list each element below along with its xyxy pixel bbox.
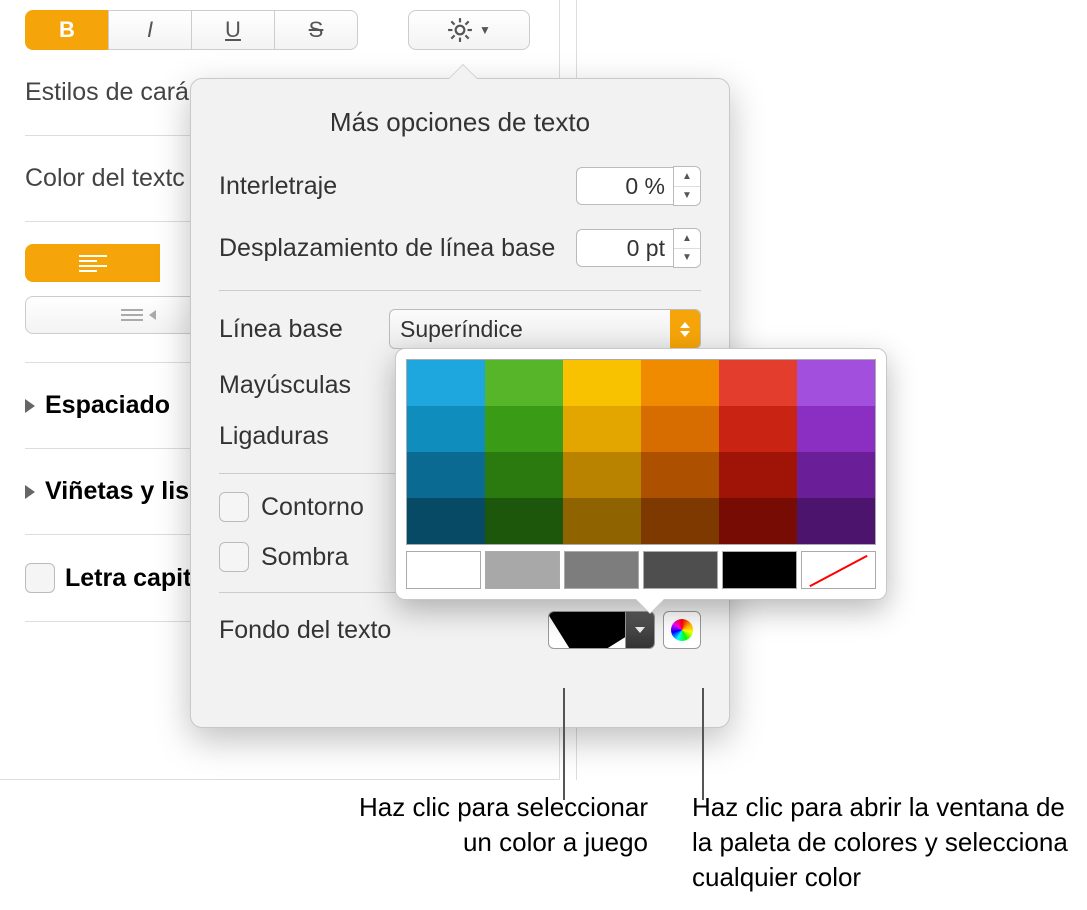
color-swatch[interactable] bbox=[485, 551, 560, 589]
stepper-down-icon: ▼ bbox=[674, 187, 700, 206]
disclosure-triangle-icon bbox=[25, 399, 35, 413]
gear-icon bbox=[447, 17, 473, 43]
color-swatch[interactable] bbox=[563, 360, 641, 406]
baseline-shift-input[interactable]: 0 pt bbox=[576, 229, 673, 267]
color-swatch[interactable] bbox=[641, 452, 719, 498]
popover-title: Más opciones de texto bbox=[219, 107, 701, 138]
color-swatch[interactable] bbox=[563, 498, 641, 544]
callout-color-well: Haz clic para seleccionar un color a jue… bbox=[348, 790, 648, 860]
grayscale-row bbox=[406, 551, 876, 589]
color-swatch[interactable] bbox=[485, 452, 563, 498]
align-left-button[interactable] bbox=[25, 244, 160, 282]
color-swatch[interactable] bbox=[643, 551, 718, 589]
shadow-label: Sombra bbox=[261, 543, 349, 572]
stepper-up-icon: ▲ bbox=[674, 167, 700, 187]
color-wheel-icon bbox=[671, 619, 693, 641]
color-swatch[interactable] bbox=[641, 498, 719, 544]
baseline-select-value: Superíndice bbox=[400, 316, 523, 343]
color-swatch[interactable] bbox=[719, 360, 797, 406]
color-swatch[interactable] bbox=[797, 406, 875, 452]
color-swatch[interactable] bbox=[641, 360, 719, 406]
text-background-label: Fondo del texto bbox=[219, 616, 391, 645]
tracking-input[interactable]: 0 % bbox=[576, 167, 673, 205]
dropcap-label: Letra capit bbox=[65, 564, 191, 593]
caps-label: Mayúsculas bbox=[219, 371, 351, 400]
callout-color-wheel: Haz clic para abrir la ventana de la pal… bbox=[692, 790, 1087, 895]
baseline-select[interactable]: Superíndice bbox=[389, 309, 701, 349]
indent-icon bbox=[121, 309, 156, 321]
color-swatch[interactable] bbox=[407, 360, 485, 406]
color-swatch[interactable] bbox=[407, 452, 485, 498]
italic-button[interactable]: I bbox=[108, 10, 191, 50]
color-swatch-popover bbox=[395, 348, 887, 600]
color-swatch[interactable] bbox=[797, 498, 875, 544]
outline-label: Contorno bbox=[261, 493, 364, 522]
more-text-options-button[interactable]: ▼ bbox=[408, 10, 530, 50]
tracking-stepper[interactable]: ▲▼ bbox=[673, 166, 701, 206]
color-swatch[interactable] bbox=[407, 406, 485, 452]
outline-checkbox[interactable] bbox=[219, 492, 249, 522]
baseline-shift-stepper[interactable]: ▲▼ bbox=[673, 228, 701, 268]
dropcap-checkbox[interactable] bbox=[25, 563, 55, 593]
color-swatch[interactable] bbox=[407, 498, 485, 544]
color-swatch[interactable] bbox=[719, 498, 797, 544]
color-swatch[interactable] bbox=[564, 551, 639, 589]
text-bg-color-well[interactable] bbox=[548, 611, 626, 649]
bold-button[interactable]: B bbox=[25, 10, 108, 50]
chevron-down-icon: ▼ bbox=[479, 23, 491, 37]
stepper-down-icon: ▼ bbox=[674, 249, 700, 268]
callout-leader-line bbox=[702, 688, 704, 800]
ligatures-label: Ligaduras bbox=[219, 422, 329, 451]
baseline-label: Línea base bbox=[219, 315, 343, 344]
text-bg-color-wheel-button[interactable] bbox=[663, 611, 701, 649]
disclosure-triangle-icon bbox=[25, 485, 35, 499]
bullets-label: Viñetas y lis bbox=[45, 477, 189, 506]
select-arrows-icon bbox=[670, 310, 700, 348]
text-bg-color-dropdown[interactable] bbox=[626, 611, 655, 649]
color-swatch[interactable] bbox=[719, 406, 797, 452]
baseline-shift-label: Desplazamiento de línea base bbox=[219, 234, 555, 263]
color-swatch[interactable] bbox=[485, 498, 563, 544]
underline-button[interactable]: U bbox=[191, 10, 274, 50]
tracking-label: Interletraje bbox=[219, 172, 337, 201]
color-swatch[interactable] bbox=[719, 452, 797, 498]
color-swatch-grid bbox=[406, 359, 876, 545]
align-left-icon bbox=[79, 252, 107, 275]
shadow-checkbox[interactable] bbox=[219, 542, 249, 572]
color-swatch[interactable] bbox=[563, 406, 641, 452]
color-swatch[interactable] bbox=[641, 406, 719, 452]
callout-leader-line bbox=[563, 688, 565, 800]
color-swatch[interactable] bbox=[485, 360, 563, 406]
color-swatch[interactable] bbox=[797, 452, 875, 498]
strikethrough-button[interactable]: S bbox=[274, 10, 358, 50]
spacing-label: Espaciado bbox=[45, 391, 170, 420]
color-swatch[interactable] bbox=[406, 551, 481, 589]
no-color-swatch[interactable] bbox=[801, 551, 876, 589]
color-swatch[interactable] bbox=[485, 406, 563, 452]
stepper-up-icon: ▲ bbox=[674, 229, 700, 249]
color-swatch[interactable] bbox=[722, 551, 797, 589]
color-swatch[interactable] bbox=[563, 452, 641, 498]
color-swatch[interactable] bbox=[797, 360, 875, 406]
